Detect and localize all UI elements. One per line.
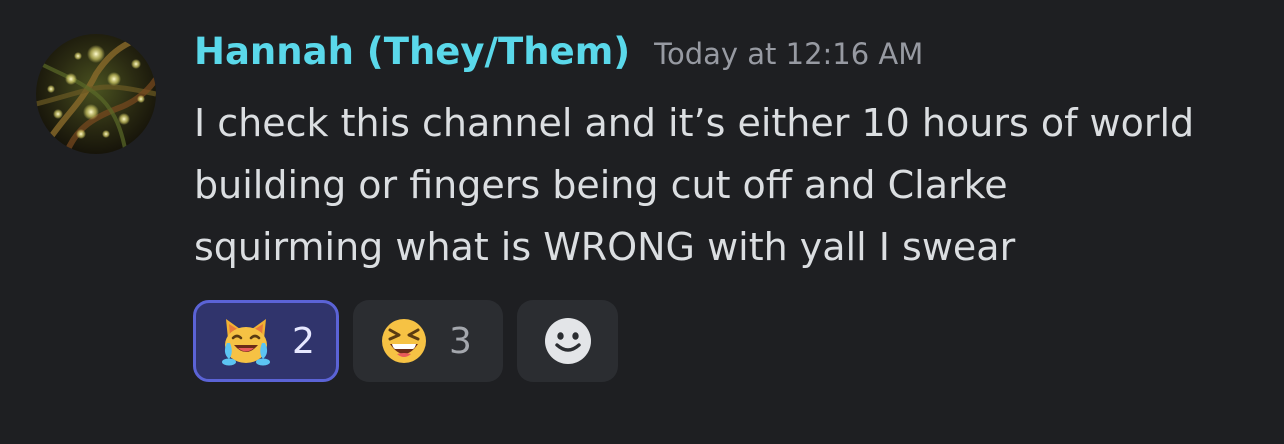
smiley-add-reaction-icon [544,318,591,364]
cat-face-with-tears-of-joy-icon [222,319,270,366]
grinning-squinting-face-icon [382,319,426,363]
message-line: building or fingers being cut off and Cl… [194,163,1008,207]
message-content: I check this channel and it’s either 10 … [194,92,1264,278]
message-line: I check this channel and it’s either 10 … [194,101,1195,145]
avatar[interactable] [36,34,156,154]
chat-message: Hannah (They/Them) Today at 12:16 AM I c… [0,0,1284,444]
reactions-bar: 2 3 [193,300,618,382]
avatar-fractal-image [36,34,156,154]
reaction-laughing-button[interactable]: 3 [353,300,503,382]
reaction-count: 3 [449,320,472,362]
timestamp[interactable]: Today at 12:16 AM [654,37,923,71]
message-line: squirming what is WRONG with yall I swea… [194,225,1016,269]
message-header: Hannah (They/Them) Today at 12:16 AM [194,30,923,73]
add-reaction-button[interactable] [517,300,618,382]
reaction-count: 2 [292,320,315,362]
reaction-cat-joy-button[interactable]: 2 [193,300,339,382]
username[interactable]: Hannah (They/Them) [194,30,630,73]
